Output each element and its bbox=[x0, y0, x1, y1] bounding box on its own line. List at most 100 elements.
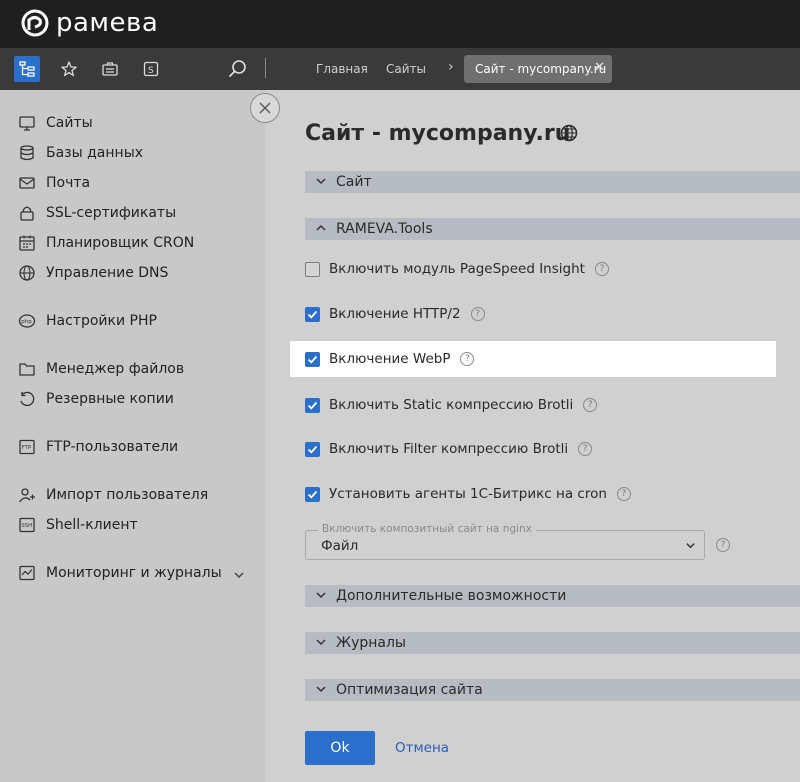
toolbar-divider bbox=[265, 58, 266, 78]
svg-text:S: S bbox=[148, 66, 154, 76]
chevron-down-icon bbox=[316, 639, 326, 646]
sidebar-item-php[interactable]: php Настройки PHP bbox=[18, 310, 157, 332]
checkbox-unchecked[interactable] bbox=[305, 261, 320, 277]
favorites-button[interactable] bbox=[56, 56, 82, 82]
ssh-icon: SSH bbox=[18, 516, 36, 534]
sidebar-item-user-import[interactable]: Импорт пользователя bbox=[18, 484, 208, 506]
sitemap-icon bbox=[19, 61, 35, 77]
svg-text:FTP: FTP bbox=[22, 445, 32, 451]
globe-icon[interactable] bbox=[560, 124, 578, 142]
tasks-button[interactable] bbox=[97, 56, 123, 82]
sidebar-item-label: Почта bbox=[46, 175, 91, 191]
option-label: Включение HTTP/2 bbox=[329, 306, 461, 322]
sitemap-button[interactable] bbox=[14, 56, 40, 82]
folder-icon bbox=[18, 360, 36, 378]
section-site-optimization[interactable]: Оптимизация сайта bbox=[305, 679, 800, 701]
option-brotli-static[interactable]: Включить Static компрессию Brotli ? bbox=[305, 394, 598, 416]
section-logs[interactable]: Журналы bbox=[305, 632, 800, 654]
sidebar-item-label: Настройки PHP bbox=[46, 313, 157, 329]
breadcrumb-home[interactable]: Главная bbox=[316, 62, 368, 76]
section-label: Сайт bbox=[336, 174, 372, 190]
search-icon bbox=[229, 60, 246, 77]
option-label: Установить агенты 1С-Битрикс на cron bbox=[329, 486, 607, 502]
check-icon bbox=[307, 490, 318, 499]
sidebar-item-sites[interactable]: Сайты bbox=[18, 112, 93, 134]
select-value: Файл bbox=[321, 538, 359, 554]
cancel-button[interactable]: Отмена bbox=[395, 740, 449, 756]
option-brotli-filter[interactable]: Включить Filter компрессию Brotli ? bbox=[305, 438, 593, 460]
composite-site-select[interactable]: Включить композитный сайт на nginx Файл bbox=[305, 523, 705, 560]
option-bitrix-cron[interactable]: Установить агенты 1С-Битрикс на cron ? bbox=[305, 483, 631, 505]
user-import-icon bbox=[18, 486, 36, 504]
shell-button[interactable]: S bbox=[138, 56, 164, 82]
breadcrumb-active-tab[interactable]: Сайт - mycompany.ru ✕ bbox=[464, 55, 612, 83]
sidebar-item-label: Импорт пользователя bbox=[46, 487, 209, 503]
backup-icon bbox=[18, 390, 36, 408]
select-legend: Включить композитный сайт на nginx bbox=[318, 523, 536, 535]
sidebar-item-dns[interactable]: Управление DNS bbox=[18, 262, 168, 284]
sidebar-item-backups[interactable]: Резервные копии bbox=[18, 388, 174, 410]
logo[interactable]: рамева bbox=[20, 8, 158, 38]
help-icon[interactable]: ? bbox=[470, 307, 485, 321]
sidebar-item-files[interactable]: Менеджер файлов bbox=[18, 358, 184, 380]
help-icon[interactable]: ? bbox=[716, 538, 730, 552]
sidebar-item-label: Сайты bbox=[46, 115, 93, 131]
close-icon[interactable]: ✕ bbox=[594, 60, 605, 75]
sidebar-item-shell[interactable]: SSH Shell-клиент bbox=[18, 514, 138, 536]
sidebar-item-monitoring[interactable]: Мониторинг и журналы bbox=[18, 562, 222, 584]
checkbox-checked[interactable] bbox=[305, 306, 320, 322]
php-icon: php bbox=[18, 312, 36, 330]
help-icon[interactable]: ? bbox=[583, 398, 598, 412]
section-label: Дополнительные возможности bbox=[336, 588, 567, 604]
breadcrumb-active-label: Сайт - mycompany.ru bbox=[475, 62, 607, 76]
chevron-down-icon bbox=[686, 543, 695, 549]
checkbox-checked[interactable] bbox=[305, 351, 320, 367]
star-icon bbox=[61, 61, 77, 77]
help-icon[interactable]: ? bbox=[616, 487, 631, 501]
sidebar-item-label: SSL-сертификаты bbox=[46, 205, 177, 221]
sidebar-item-label: Shell-клиент bbox=[46, 517, 138, 533]
section-site[interactable]: Сайт bbox=[305, 171, 800, 193]
check-icon bbox=[307, 355, 318, 364]
option-http2[interactable]: Включение HTTP/2 ? bbox=[305, 303, 485, 325]
sidebar-item-ftp[interactable]: FTP FTP-пользователи bbox=[18, 436, 178, 458]
checkbox-checked[interactable] bbox=[305, 397, 320, 413]
section-label: Оптимизация сайта bbox=[336, 682, 483, 698]
chevron-down-icon bbox=[316, 178, 326, 185]
database-icon bbox=[18, 144, 36, 162]
lock-icon bbox=[18, 204, 36, 222]
sidebar-item-ssl[interactable]: SSL-сертификаты bbox=[18, 202, 176, 224]
sidebar-item-label: Базы данных bbox=[46, 145, 144, 161]
section-label: RAMEVA.Tools bbox=[336, 221, 433, 237]
breadcrumb-sites[interactable]: Сайты bbox=[386, 62, 426, 76]
page-title: Сайт - mycompany.ru bbox=[305, 121, 571, 146]
top-bar: рамева bbox=[0, 0, 800, 48]
chevron-down-icon[interactable] bbox=[233, 569, 245, 581]
sidebar-item-label: Менеджер файлов bbox=[46, 361, 185, 377]
help-icon[interactable]: ? bbox=[594, 262, 609, 276]
ok-button[interactable]: Ok bbox=[305, 731, 375, 765]
svg-text:php: php bbox=[21, 319, 32, 325]
sidebar-item-mail[interactable]: Почта bbox=[18, 172, 90, 194]
collapse-sidebar-button[interactable] bbox=[250, 93, 280, 123]
help-icon[interactable]: ? bbox=[578, 442, 593, 456]
sidebar-item-databases[interactable]: Базы данных bbox=[18, 142, 143, 164]
globe-icon bbox=[18, 264, 36, 282]
checkbox-checked[interactable] bbox=[305, 441, 320, 457]
checkbox-checked[interactable] bbox=[305, 486, 320, 502]
option-webp[interactable]: Включение WebP ? bbox=[305, 348, 475, 370]
logo-text: рамева bbox=[56, 8, 159, 38]
svg-text:SSH: SSH bbox=[21, 523, 32, 529]
briefcase-icon bbox=[102, 62, 118, 76]
search-button[interactable] bbox=[225, 56, 251, 82]
section-rameva-tools[interactable]: RAMEVA.Tools bbox=[305, 218, 800, 240]
option-pagespeed[interactable]: Включить модуль PageSpeed Insight ? bbox=[305, 258, 609, 280]
section-extra-features[interactable]: Дополнительные возможности bbox=[305, 585, 800, 607]
monitoring-icon bbox=[18, 564, 36, 582]
option-label: Включение WebP bbox=[329, 351, 451, 367]
mail-icon bbox=[18, 174, 36, 192]
sidebar-item-label: Планировщик CRON bbox=[46, 235, 195, 251]
help-icon[interactable]: ? bbox=[460, 352, 475, 366]
sidebar-item-cron[interactable]: Планировщик CRON bbox=[18, 232, 194, 254]
toolbar: S Главная Сайты › bbox=[0, 48, 800, 90]
